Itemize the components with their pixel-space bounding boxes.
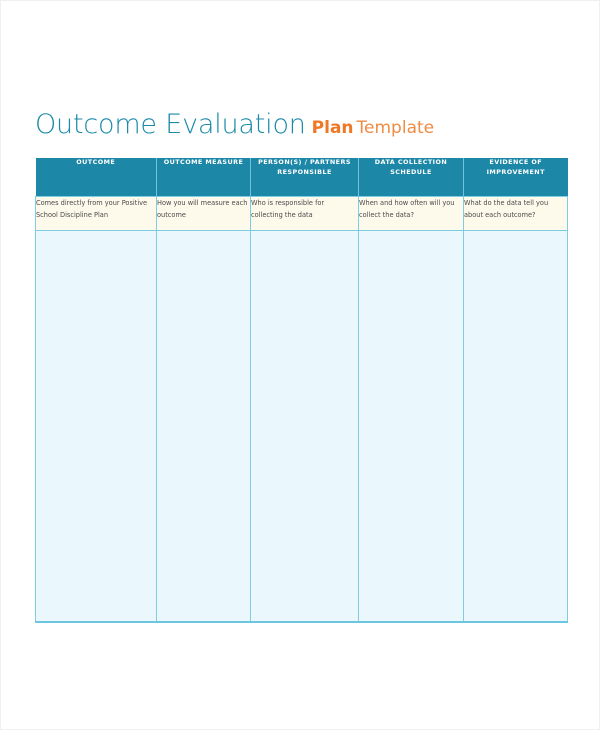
example-cell-persons-partners-responsible[interactable]: Who is responsible for collecting the da… [250,196,359,231]
blank-cell-persons-partners-responsible[interactable] [250,230,359,623]
table-body: Comes directly from your Positive School… [35,196,568,623]
table-row-example: Comes directly from your Positive School… [35,196,568,231]
column-header-evidence-of-improvement-label: EVIDENCE OF IMPROVEMENT [486,158,545,176]
example-cell-data-collection-schedule-text: When and how often will you collect the … [359,199,455,220]
example-cell-outcome-text: Comes directly from your Positive School… [36,199,148,220]
column-header-data-collection-schedule-label: DATA COLLECTION SCHEDULE [374,158,448,176]
column-header-evidence-of-improvement: EVIDENCE OF IMPROVEMENT [463,158,568,197]
column-header-outcome-measure-label: OUTCOME MEASURE [163,158,244,166]
page-title-main: Outcome Evaluation [35,109,306,140]
column-header-persons-partners-responsible: PERSON(S) / PARTNERS RESPONSIBLE [250,158,359,197]
column-header-data-collection-schedule: DATA COLLECTION SCHEDULE [358,158,464,197]
example-cell-outcome-measure[interactable]: How you will measure each outcome [156,196,251,231]
column-header-persons-partners-responsible-label: PERSON(S) / PARTNERS RESPONSIBLE [258,158,351,176]
outcome-evaluation-table: OUTCOME OUTCOME MEASURE PERSON(S) / PART… [35,158,568,623]
blank-cell-outcome-measure[interactable] [156,230,251,623]
page-canvas: Outcome Evaluation Plan Template OUTCOME O… [0,0,600,730]
page-title-accent-bold: Plan [311,118,354,138]
blank-cell-data-collection-schedule[interactable] [358,230,464,623]
example-cell-outcome[interactable]: Comes directly from your Positive School… [35,196,157,231]
blank-cell-evidence-of-improvement[interactable] [463,230,568,623]
table-header: OUTCOME OUTCOME MEASURE PERSON(S) / PART… [35,158,568,197]
example-cell-data-collection-schedule[interactable]: When and how often will you collect the … [358,196,464,231]
table-row-blank [35,230,568,623]
blank-cell-outcome[interactable] [35,230,157,623]
table-header-row: OUTCOME OUTCOME MEASURE PERSON(S) / PART… [35,158,568,197]
column-header-outcome-label: OUTCOME [76,158,116,166]
column-header-outcome-measure: OUTCOME MEASURE [156,158,251,197]
example-cell-persons-partners-responsible-text: Who is responsible for collecting the da… [251,199,325,220]
column-header-outcome: OUTCOME [35,158,157,197]
page-title: Outcome Evaluation Plan Template [35,111,434,138]
example-cell-outcome-measure-text: How you will measure each outcome [157,199,248,220]
example-cell-evidence-of-improvement-text: What do the data tell you about each out… [464,199,549,220]
page-title-accent-light: Template [356,118,435,138]
example-cell-evidence-of-improvement[interactable]: What do the data tell you about each out… [463,196,568,231]
